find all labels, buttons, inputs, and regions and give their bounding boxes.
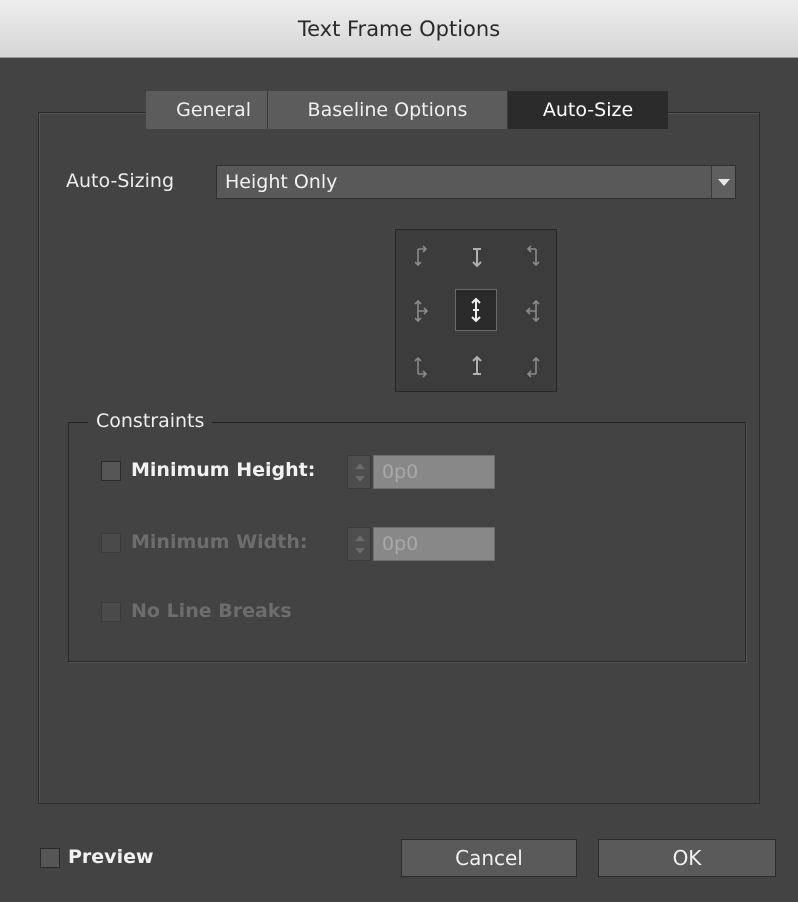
minimum-width-field[interactable]: 0p0 (373, 527, 495, 561)
bottom-left-arrow-icon[interactable] (402, 346, 442, 386)
middle-right-arrow-icon[interactable] (512, 291, 552, 331)
top-center-arrow-icon[interactable] (457, 237, 497, 277)
window-title: Text Frame Options (0, 0, 798, 58)
top-right-arrow-icon[interactable] (512, 237, 552, 277)
no-line-breaks-label: No Line Breaks (131, 600, 292, 622)
text-frame-options-dialog: Text Frame Options General Baseline Opti… (0, 0, 798, 902)
minimum-width-stepper[interactable] (347, 527, 371, 561)
no-line-breaks-checkbox[interactable] (101, 602, 121, 622)
middle-left-arrow-icon[interactable] (402, 291, 442, 331)
auto-sizing-value: Height Only (225, 171, 338, 193)
bottom-right-arrow-icon[interactable] (512, 346, 552, 386)
minimum-height-label: Minimum Height: (131, 459, 316, 481)
auto-size-reference-point-grid (395, 229, 557, 392)
preview-checkbox[interactable] (40, 848, 60, 868)
center-vertical-arrow-icon[interactable] (455, 289, 497, 331)
minimum-width-label: Minimum Width: (131, 531, 308, 553)
auto-sizing-label: Auto-Sizing (66, 170, 175, 192)
minimum-height-checkbox[interactable] (101, 461, 121, 481)
top-left-arrow-icon[interactable] (402, 237, 442, 277)
minimum-height-field[interactable]: 0p0 (373, 455, 495, 489)
cancel-button[interactable]: Cancel (401, 839, 577, 877)
bottom-center-arrow-icon[interactable] (457, 346, 497, 386)
constraints-title: Constraints (88, 410, 213, 432)
minimum-width-checkbox[interactable] (101, 533, 121, 553)
chevron-down-icon[interactable] (711, 166, 735, 198)
preview-label: Preview (68, 846, 154, 868)
ok-button[interactable]: OK (598, 839, 776, 877)
auto-sizing-dropdown[interactable]: Height Only (216, 165, 736, 199)
tab-auto-size[interactable]: Auto-Size (508, 91, 668, 129)
tab-baseline-options[interactable]: Baseline Options (268, 91, 508, 129)
tab-bar: General Baseline Options Auto-Size (146, 91, 668, 129)
minimum-height-stepper[interactable] (347, 455, 371, 489)
tab-general[interactable]: General (146, 91, 268, 129)
